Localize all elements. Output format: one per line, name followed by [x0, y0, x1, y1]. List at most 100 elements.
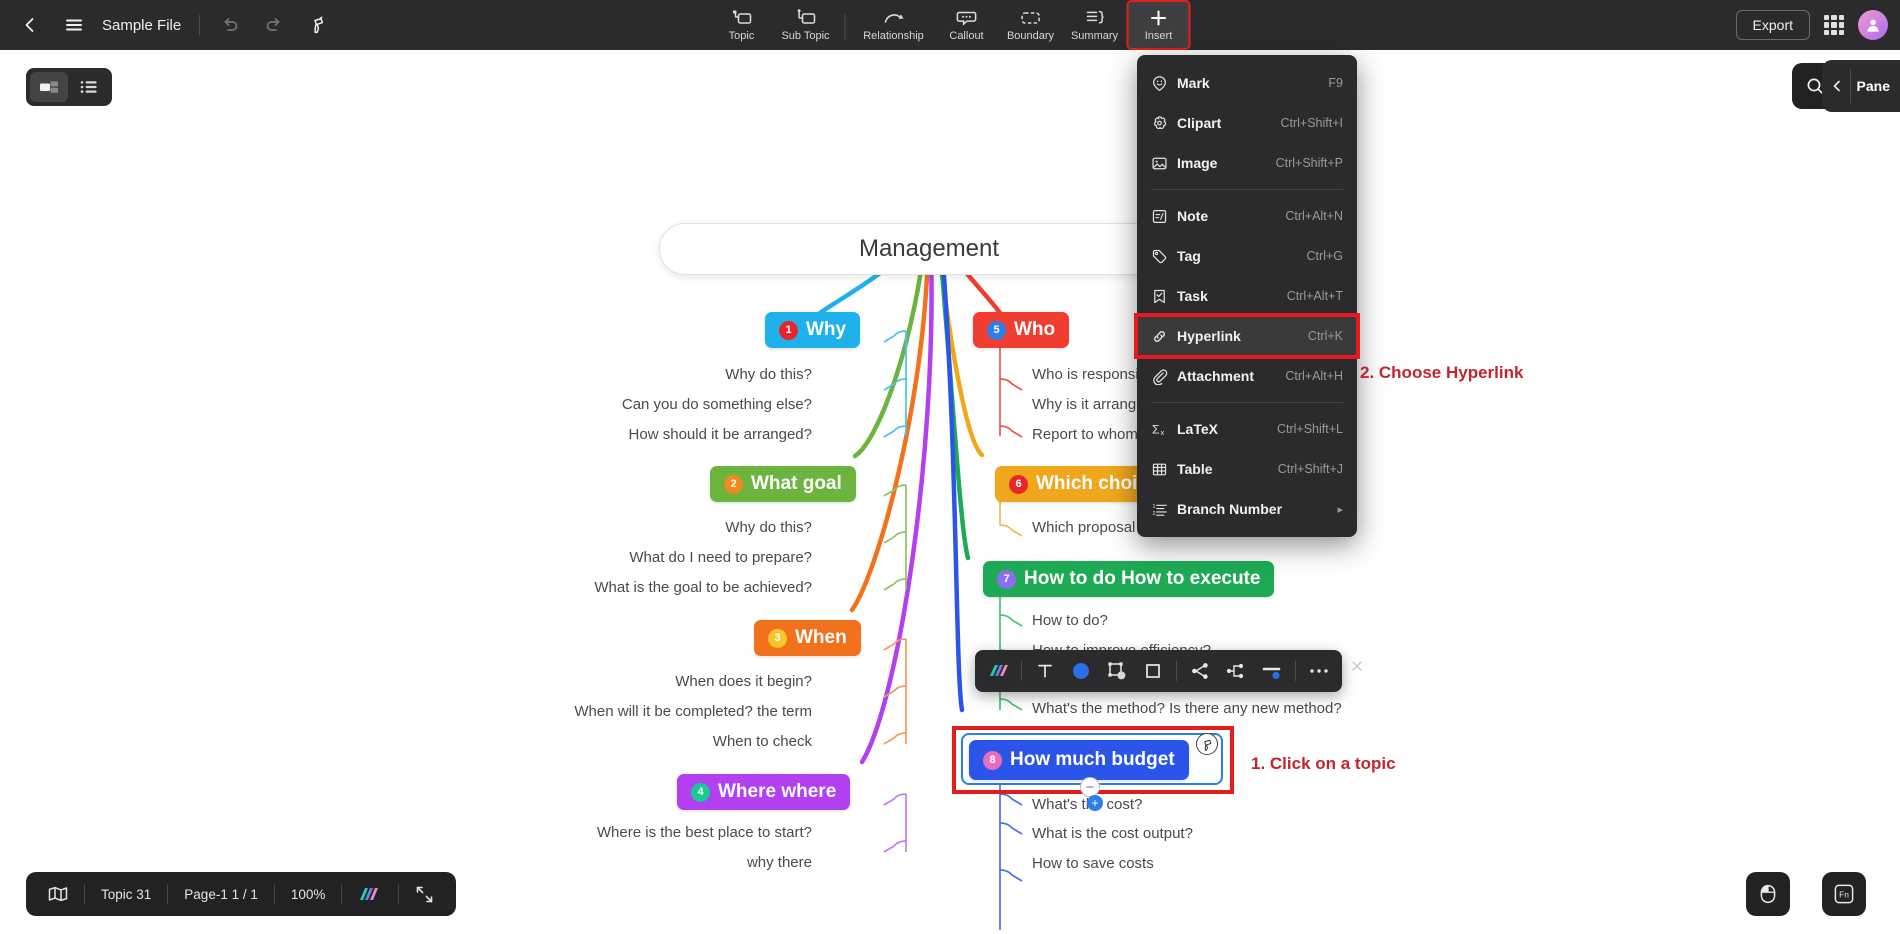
menu-item-shortcut: Ctrl+Shift+P	[1275, 156, 1343, 170]
undo-button[interactable]	[208, 3, 252, 47]
leaf-node[interactable]: Who is responsib	[1032, 366, 1147, 383]
back-button[interactable]	[8, 3, 52, 47]
close-format-toolbar-button[interactable]	[1350, 659, 1364, 673]
map-overview-button[interactable]	[32, 879, 84, 909]
export-button[interactable]: Export	[1735, 10, 1810, 40]
redo-button[interactable]	[252, 3, 296, 47]
avatar[interactable]	[1858, 10, 1888, 40]
leaf-node[interactable]: What is the cost output?	[1032, 825, 1193, 842]
root-topic-node[interactable]: Management	[659, 223, 1199, 275]
leaf-node[interactable]: What's the method? Is there any new meth…	[1032, 700, 1342, 717]
branch-node-where[interactable]: 4 Where where	[677, 774, 851, 810]
menu-item-branch-number[interactable]: 12 Branch Number ▸	[1137, 489, 1357, 529]
leaf-node[interactable]: Can you do something else?	[622, 396, 812, 413]
leaf-node[interactable]: Why do this?	[725, 366, 812, 383]
leaf-node[interactable]: What is the goal to be achieved?	[594, 579, 812, 596]
fullscreen-button[interactable]	[399, 879, 450, 909]
hamburger-menu-button[interactable]	[52, 3, 96, 47]
tool-summary[interactable]: Summary	[1063, 0, 1127, 50]
menu-item-shortcut: Ctrl+Shift+J	[1277, 462, 1343, 476]
menu-item-mark[interactable]: Mark F9	[1137, 63, 1357, 103]
leaf-node[interactable]: When to check	[713, 733, 812, 750]
theme-style-button[interactable]	[981, 654, 1015, 688]
branch-layout-button[interactable]	[1183, 654, 1217, 688]
apps-grid-icon[interactable]	[1820, 11, 1848, 39]
line-style-button[interactable]	[1255, 654, 1289, 688]
svg-text:2: 2	[1152, 511, 1155, 517]
menu-item-hyperlink[interactable]: Hyperlink Ctrl+K	[1134, 313, 1360, 359]
leaf-node[interactable]: How should it be arranged?	[629, 426, 812, 443]
outline-view-button[interactable]	[70, 72, 108, 102]
branch-node-how-much-budget[interactable]: 8 How much budget	[969, 740, 1189, 780]
menu-item-clipart[interactable]: Clipart Ctrl+Shift+I	[1137, 103, 1357, 143]
fill-color-button[interactable]	[1064, 654, 1098, 688]
menu-item-attachment[interactable]: Attachment Ctrl+Alt+H	[1137, 356, 1357, 396]
leaf-node[interactable]: why there	[747, 854, 812, 871]
mouse-mode-button[interactable]	[1746, 872, 1790, 916]
tool-sub-topic[interactable]: Sub Topic	[774, 0, 838, 50]
border-shape-button[interactable]	[1136, 654, 1170, 688]
insert-dropdown-menu[interactable]: Mark F9 Clipart Ctrl+Shift+I Image Ctrl+…	[1134, 55, 1360, 537]
status-bar: Topic 31 Page-1 1 / 1 100%	[26, 872, 457, 916]
tool-boundary[interactable]: Boundary	[999, 0, 1063, 50]
menu-item-tag[interactable]: Tag Ctrl+G	[1137, 236, 1357, 276]
leaf-node[interactable]: When does it begin?	[675, 673, 812, 690]
branch-label: Why	[806, 319, 847, 340]
mark-icon	[1151, 75, 1177, 92]
menu-item-table[interactable]: Table Ctrl+Shift+J	[1137, 449, 1357, 489]
text-format-button[interactable]	[1028, 654, 1062, 688]
menu-item-label: Table	[1177, 461, 1213, 477]
branch-node-who[interactable]: 5 Who	[973, 312, 1070, 348]
border-shape-icon	[1146, 664, 1160, 678]
menu-item-task[interactable]: Task Ctrl+Alt+T	[1137, 276, 1357, 316]
format-painter-button[interactable]	[296, 3, 340, 47]
branch-label: Who	[1014, 319, 1056, 340]
leaf-node[interactable]: How to save costs	[1032, 855, 1154, 872]
theme-color-button[interactable]	[342, 879, 398, 909]
leaf-node[interactable]: Which proposal	[1032, 519, 1135, 536]
mindmap-view-button[interactable]	[30, 72, 68, 102]
svg-text:Fn: Fn	[1839, 890, 1849, 900]
menu-item-note[interactable]: Note Ctrl+Alt+N	[1137, 196, 1357, 236]
format-painter-handle[interactable]	[1196, 733, 1218, 755]
zoom-level-label[interactable]: 100%	[275, 879, 342, 909]
branch-node-what-goal[interactable]: 2 What goal	[710, 466, 856, 502]
add-child-button[interactable]: +	[1087, 795, 1103, 811]
leaf-node[interactable]: Report to whom	[1032, 426, 1138, 443]
topic-count-label[interactable]: Topic 31	[85, 879, 167, 909]
menu-item-label: Clipart	[1177, 115, 1222, 131]
structure-button[interactable]	[1219, 654, 1253, 688]
tool-topic[interactable]: Topic	[710, 0, 774, 50]
file-name-label[interactable]: Sample File	[102, 17, 181, 34]
more-options-button[interactable]	[1302, 654, 1336, 688]
menu-item-label: Mark	[1177, 75, 1210, 91]
outline-view-icon	[80, 81, 97, 93]
menu-item-image[interactable]: Image Ctrl+Shift+P	[1137, 143, 1357, 183]
branch-node-why[interactable]: 1 Why	[765, 312, 861, 348]
page-indicator[interactable]: Page-1 1 / 1	[168, 879, 274, 909]
leaf-node[interactable]: When will it be completed? the term	[574, 703, 812, 720]
branch-node-when[interactable]: 3 When	[754, 620, 861, 656]
theme-style-icon	[990, 665, 1008, 676]
leaf-node[interactable]: Why is it arrange	[1032, 396, 1145, 413]
tool-relationship[interactable]: Relationship	[853, 0, 935, 50]
leaf-node[interactable]: Why do this?	[725, 519, 812, 536]
shape-transform-button[interactable]	[1100, 654, 1134, 688]
fill-color-icon	[1073, 663, 1089, 679]
panel-toggle[interactable]: Pane	[1821, 60, 1900, 112]
menu-item-shortcut: Ctrl+G	[1306, 249, 1343, 263]
tool-insert[interactable]: Insert	[1126, 0, 1191, 50]
leaf-node[interactable]: Where is the best place to start?	[597, 824, 812, 841]
tool-callout[interactable]: Callout	[935, 0, 999, 50]
leaf-node[interactable]: How to do?	[1032, 612, 1108, 629]
menu-item-latex[interactable]: Σx LaTeX Ctrl+Shift+L	[1137, 409, 1357, 449]
annotation-step-1: 1. Click on a topic	[1251, 754, 1396, 773]
branch-node-how-to-do[interactable]: 7 How to do How to execute	[983, 561, 1275, 597]
note-icon	[1151, 208, 1177, 225]
annotation-step-2: 2. Choose Hyperlink	[1360, 363, 1524, 382]
mindmap-canvas[interactable]: Pane Management 1 Why Why do this? Can y…	[0, 50, 1900, 934]
menu-item-label: Branch Number	[1177, 501, 1283, 517]
collapse-children-handle[interactable]: −	[1080, 777, 1100, 797]
fn-key-button[interactable]: Fn	[1822, 872, 1866, 916]
leaf-node[interactable]: What do I need to prepare?	[629, 549, 812, 566]
